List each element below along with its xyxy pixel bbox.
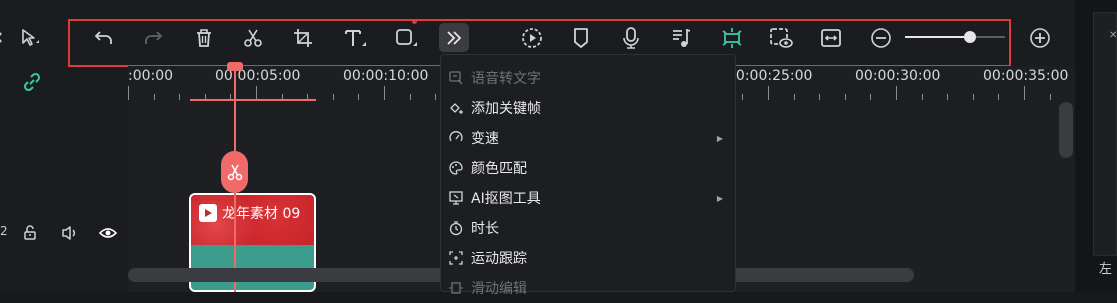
menu-item-label: 颜色匹配	[471, 161, 527, 177]
context-menu: 语音转文字 添加关键帧 变速 ▶ 颜色匹配 AI抠图工具 ▶ 时长 运动跟踪 滑…	[440, 54, 737, 297]
vertical-scrollbar[interactable]	[1059, 102, 1073, 158]
eye-icon[interactable]	[99, 225, 117, 241]
ai-cutout-icon	[448, 190, 464, 206]
zoom-slider-fill	[905, 36, 970, 38]
playhead-handle[interactable]	[227, 62, 243, 71]
ruler-tick	[332, 94, 334, 100]
menu-item-label: 添加关键帧	[471, 101, 541, 117]
menu-item-motion-tracking[interactable]: 运动跟踪	[441, 243, 737, 273]
shape-icon[interactable]	[394, 27, 420, 49]
menu-item-label: 时长	[471, 221, 499, 237]
ruler-tick	[742, 94, 744, 100]
split-scissors-button[interactable]	[221, 151, 248, 193]
ruler-tick	[972, 94, 974, 100]
clip-title-row: 龙年素材 09	[199, 203, 300, 223]
range-marker	[190, 99, 316, 101]
video-clip-icon	[199, 204, 217, 222]
submenu-arrow-icon: ▶	[716, 193, 723, 203]
ruler-tick	[256, 86, 257, 100]
scissors-icon	[226, 163, 244, 181]
track-number: 2	[0, 224, 8, 238]
ruler-tick	[896, 86, 897, 100]
preview-icon[interactable]	[768, 26, 794, 50]
more-icon[interactable]	[439, 23, 469, 52]
cut-icon[interactable]	[242, 27, 264, 49]
menu-item-label: 运动跟踪	[471, 251, 527, 267]
motion-track-icon	[448, 250, 464, 266]
speed-icon	[448, 130, 464, 146]
right-panel-close-icon[interactable]: ✕	[1109, 30, 1117, 41]
ruler-tick	[179, 94, 181, 100]
ruler-tick	[1024, 86, 1025, 100]
ruler-tick	[1049, 94, 1051, 100]
undo-icon[interactable]	[93, 27, 115, 49]
ai-icon[interactable]	[720, 26, 744, 50]
select-tool-icon[interactable]	[20, 28, 42, 48]
ruler-tick	[921, 94, 923, 100]
ruler-tick	[947, 94, 949, 100]
music-icon[interactable]	[670, 26, 692, 50]
menu-item-label: 变速	[471, 131, 499, 147]
ruler-label: 00:00:25:00	[727, 68, 813, 84]
menu-item-duration[interactable]: 时长	[441, 213, 737, 243]
ruler-tick	[998, 94, 1000, 100]
menu-item-label: AI抠图工具	[471, 191, 541, 207]
menu-item-speed[interactable]: 变速 ▶	[441, 123, 737, 153]
lock-icon[interactable]	[22, 225, 38, 241]
menu-item-speech-to-text[interactable]: 语音转文字	[441, 63, 737, 93]
ruler-tick	[768, 86, 769, 100]
link-icon[interactable]	[22, 72, 42, 92]
menu-item-add-keyframe[interactable]: 添加关键帧	[441, 93, 737, 123]
right-panel-content	[1093, 12, 1117, 256]
notification-dot	[412, 19, 417, 24]
text-icon[interactable]	[343, 27, 369, 49]
fit-icon[interactable]	[819, 26, 843, 50]
palette-icon	[448, 160, 464, 176]
speaker-icon[interactable]	[61, 225, 79, 241]
menu-item-label: 滑动编辑	[471, 281, 527, 297]
timer-icon	[448, 220, 464, 236]
speech-to-text-icon	[448, 70, 464, 86]
ruler-tick	[128, 86, 129, 100]
ruler-tick	[153, 94, 155, 100]
ruler-tick	[384, 86, 385, 100]
ruler-tick	[844, 94, 846, 100]
menu-item-label: 语音转文字	[471, 71, 541, 87]
delete-icon[interactable]	[193, 27, 215, 49]
redo-icon[interactable]	[142, 27, 164, 49]
menu-item-slide-edit[interactable]: 滑动编辑	[441, 273, 737, 303]
partial-tool-icon[interactable]	[0, 30, 6, 46]
ruler-label: 00:00:35:00	[983, 68, 1069, 84]
speed-icon[interactable]	[520, 26, 544, 50]
right-panel-label: 左	[1099, 262, 1113, 277]
ruler-tick	[358, 94, 360, 100]
zoom-in-icon[interactable]	[1029, 27, 1051, 49]
ruler-label: 00:00:10:00	[343, 68, 429, 84]
keyframe-icon	[448, 100, 464, 116]
menu-item-color-match[interactable]: 颜色匹配	[441, 153, 737, 183]
crop-icon[interactable]	[292, 27, 314, 49]
ruler-tick	[409, 94, 411, 100]
submenu-arrow-icon: ▶	[716, 133, 723, 143]
mic-icon[interactable]	[620, 26, 642, 50]
ruler-label: 00:00:30:00	[855, 68, 941, 84]
ruler-tick	[435, 94, 437, 100]
zoom-out-icon[interactable]	[870, 27, 892, 49]
slide-edit-icon	[448, 280, 464, 296]
menu-item-ai-cutout[interactable]: AI抠图工具 ▶	[441, 183, 737, 213]
marker-icon[interactable]	[570, 26, 592, 50]
ruler-tick	[793, 94, 795, 100]
ruler-tick	[870, 94, 872, 100]
ruler-tick	[819, 94, 821, 100]
ruler-label: :00:00	[128, 68, 174, 84]
zoom-slider-knob[interactable]	[964, 31, 976, 43]
